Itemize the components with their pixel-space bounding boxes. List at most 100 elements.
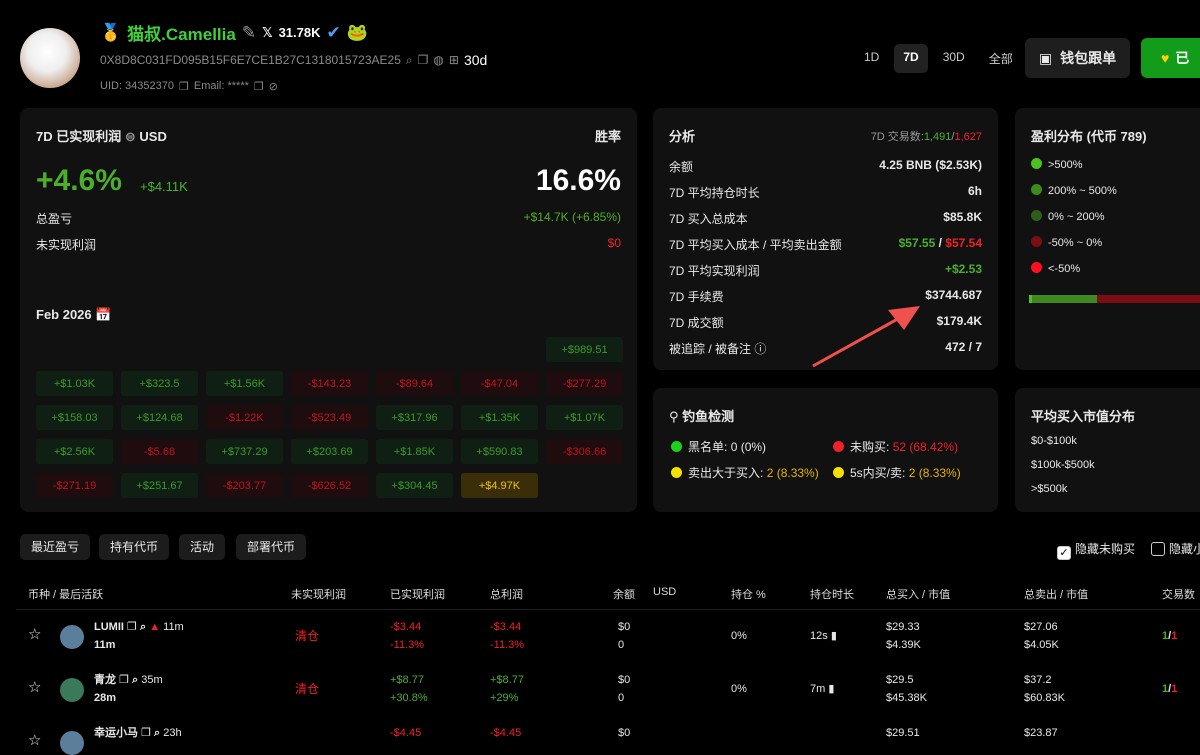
hide-small-checkbox[interactable]: 隐藏小 bbox=[1151, 540, 1200, 557]
calendar-day-cell[interactable]: -$5.68 bbox=[121, 439, 198, 464]
calendar-day-cell[interactable]: -$47.04 bbox=[461, 371, 538, 396]
tab-30d[interactable]: 30D bbox=[934, 44, 974, 73]
col-position[interactable]: 持仓 % bbox=[731, 586, 766, 602]
calendar-day-cell[interactable]: +$1.03K bbox=[36, 371, 113, 396]
status-dot bbox=[833, 441, 844, 452]
calendar-day-cell[interactable]: -$1.22K bbox=[206, 405, 283, 430]
follow-button[interactable]: ♥ 已 bbox=[1141, 38, 1200, 78]
analysis-row: 7D 平均持仓时长 6h bbox=[669, 184, 982, 200]
distribution-legend-item: 200% ~ 500% bbox=[1031, 184, 1117, 197]
tab-all[interactable]: 全部 bbox=[980, 44, 1022, 73]
profit-distribution-panel: 盈利分布 (代币 789) >500% 200% ~ 500% 0% ~ 200% -… bbox=[1015, 108, 1200, 370]
calendar-day-cell[interactable]: +$1.07K bbox=[546, 405, 623, 430]
tab-holdings[interactable]: 持有代币 bbox=[99, 534, 170, 560]
calendar-day-cell[interactable]: +$2.56K bbox=[36, 439, 113, 464]
calendar-icon[interactable]: 📅 bbox=[95, 307, 111, 322]
wallet-address[interactable]: 0X8D8C031FD095B15F6E7CE1B27C1318015723AE… bbox=[100, 53, 401, 67]
analysis-row: 7D 平均实现利润 +$2.53 bbox=[669, 262, 982, 278]
legend-dot bbox=[1031, 184, 1042, 195]
copy-icon[interactable]: ❐ bbox=[179, 80, 189, 93]
col-sell[interactable]: 总卖出 / 市值 bbox=[1024, 586, 1088, 602]
winrate-value: 16.6% bbox=[535, 164, 621, 197]
col-trades[interactable]: 交易数 bbox=[1162, 586, 1195, 602]
eye-off-icon[interactable]: ⊘ bbox=[269, 80, 278, 93]
legend-dot bbox=[1031, 262, 1042, 273]
token-logo bbox=[60, 731, 84, 755]
col-balance[interactable]: 余额 bbox=[613, 586, 635, 602]
warning-icon: ▲ bbox=[149, 621, 161, 633]
favorite-star-icon[interactable]: ☆ bbox=[28, 626, 41, 644]
copy-icon[interactable]: ❐ bbox=[119, 674, 129, 686]
calendar-day-cell[interactable]: +$124.68 bbox=[121, 405, 198, 430]
col-token[interactable]: 币种 / 最后活跃 bbox=[28, 586, 103, 602]
search-icon[interactable]: ⌕ bbox=[132, 674, 138, 686]
calendar-day-cell[interactable]: +$1.56K bbox=[206, 371, 283, 396]
pnl-panel: 7D 已实现利润 ⊜ USD 胜率 +4.6% +$4.11K 16.6% 总盈… bbox=[20, 108, 637, 512]
medal-icon: 🥇 bbox=[100, 22, 122, 42]
favorite-star-icon[interactable]: ☆ bbox=[28, 679, 41, 697]
col-buy[interactable]: 总买入 / 市值 bbox=[886, 586, 950, 602]
info-icon[interactable]: ▮ bbox=[831, 630, 837, 642]
col-hold-time[interactable]: 持仓时长 bbox=[810, 586, 854, 602]
calendar-day-cell[interactable]: +$317.96 bbox=[376, 405, 453, 430]
calendar-day-cell[interactable]: +$590.83 bbox=[461, 439, 538, 464]
x-icon[interactable]: 𝕏 bbox=[262, 25, 272, 41]
add-icon[interactable]: ⊞ bbox=[449, 53, 459, 67]
calendar-day-cell[interactable]: +$4.97K bbox=[461, 473, 538, 498]
copy-icon[interactable]: ❐ bbox=[418, 53, 429, 67]
copy-trade-button[interactable]: ▣ 钱包跟单 bbox=[1025, 38, 1130, 78]
edit-icon[interactable]: ✎ bbox=[242, 23, 256, 43]
search-icon[interactable]: ⌕ bbox=[140, 621, 146, 633]
badge-icon: 🐸 bbox=[346, 22, 368, 42]
distribution-legend-item: -50% ~ 0% bbox=[1031, 236, 1102, 249]
token-name[interactable]: 幸运小马 bbox=[94, 727, 138, 739]
calendar-day-cell[interactable]: -$306.66 bbox=[546, 439, 623, 464]
hide-unbought-checkbox[interactable]: ✓ 隐藏未购买 bbox=[1057, 540, 1135, 560]
calendar-day-cell[interactable]: +$158.03 bbox=[36, 405, 113, 430]
col-usd[interactable]: USD bbox=[653, 586, 676, 598]
copy-icon[interactable]: ❐ bbox=[254, 80, 264, 93]
calendar-day-cell[interactable]: -$523.49 bbox=[291, 405, 368, 430]
hook-icon: ⚲ bbox=[669, 409, 679, 424]
calendar-day-cell[interactable]: +$1.35K bbox=[461, 405, 538, 430]
currency-toggle[interactable]: USD bbox=[139, 129, 166, 144]
tab-7d[interactable]: 7D bbox=[894, 44, 928, 73]
calendar-day-cell[interactable]: -$277.29 bbox=[546, 371, 623, 396]
search-icon[interactable]: ⌕ bbox=[154, 727, 160, 739]
copy-icon[interactable]: ❐ bbox=[127, 621, 137, 633]
tab-recent-pnl[interactable]: 最近盈亏 bbox=[20, 534, 91, 560]
calendar-day-cell[interactable]: +$1.85K bbox=[376, 439, 453, 464]
calendar-day-cell[interactable]: -$203.77 bbox=[206, 473, 283, 498]
favorite-star-icon[interactable]: ☆ bbox=[28, 732, 41, 750]
calendar-day-cell[interactable]: +$251.67 bbox=[121, 473, 198, 498]
profile-name: 🥇 猫叔.Camellia ✎ 𝕏 31.78K ✔ 🐸 bbox=[100, 22, 368, 45]
distribution-bar bbox=[1029, 295, 1200, 303]
col-realized[interactable]: 已实现利润 bbox=[390, 586, 445, 602]
col-unrealized[interactable]: 未实现利润 bbox=[291, 586, 346, 602]
help-icon[interactable]: ⓘ bbox=[754, 342, 766, 356]
tab-deployed[interactable]: 部署代币 bbox=[236, 534, 307, 560]
heart-icon: ♥ bbox=[1161, 50, 1170, 66]
tab-1d[interactable]: 1D bbox=[855, 44, 888, 73]
token-name[interactable]: LUMII bbox=[94, 621, 124, 633]
calendar-day-cell[interactable]: +$989.51 bbox=[546, 337, 623, 362]
col-total[interactable]: 总利润 bbox=[490, 586, 523, 602]
info-icon[interactable]: ▮ bbox=[828, 683, 834, 695]
distribution-legend-item: <-50% bbox=[1031, 262, 1080, 275]
token-name[interactable]: 青龙 bbox=[94, 674, 116, 686]
calendar-day-cell[interactable]: -$89.64 bbox=[376, 371, 453, 396]
tab-activity[interactable]: 活动 bbox=[179, 534, 226, 560]
calendar-day-cell[interactable]: -$626.52 bbox=[291, 473, 368, 498]
calendar-day-cell[interactable]: +$323.5 bbox=[121, 371, 198, 396]
copy-icon[interactable]: ❐ bbox=[141, 727, 151, 739]
distribution-legend-item: >500% bbox=[1031, 158, 1083, 171]
calendar-day-cell[interactable]: +$203.69 bbox=[291, 439, 368, 464]
analysis-row: 7D 平均买入成本 / 平均卖出金额 $57.55 / $57.54 bbox=[669, 236, 982, 252]
status-dot bbox=[671, 441, 682, 452]
search-icon[interactable]: ⌕ bbox=[406, 53, 413, 68]
calendar-day-cell[interactable]: -$271.19 bbox=[36, 473, 113, 498]
calendar-day-cell[interactable]: +$737.29 bbox=[206, 439, 283, 464]
calendar-day-cell[interactable]: -$143.23 bbox=[291, 371, 368, 396]
uid-row: UID: 34352370 ❐ Email: ***** ❐ ⊘ bbox=[100, 80, 278, 93]
calendar-day-cell[interactable]: +$304.45 bbox=[376, 473, 453, 498]
